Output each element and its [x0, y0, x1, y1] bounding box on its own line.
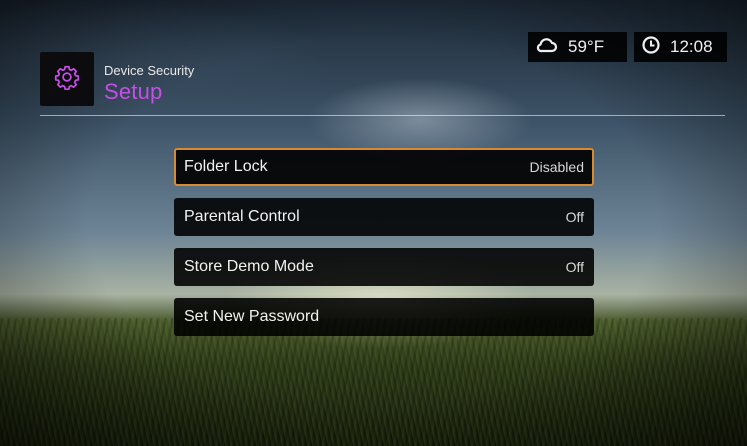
menu-item-value: Off — [565, 209, 584, 225]
time-text: 12:08 — [670, 37, 713, 56]
clock-icon — [634, 35, 670, 59]
menu-item-value: Off — [565, 259, 584, 275]
menu-item-label: Set New Password — [184, 308, 320, 325]
header-divider — [40, 115, 725, 116]
menu-item-label: Parental Control — [184, 208, 300, 225]
temperature-text: 59°F — [568, 37, 605, 56]
menu-item-parental-control[interactable]: Parental Control Off — [174, 198, 594, 236]
menu-item-set-new-password[interactable]: Set New Password — [174, 298, 594, 336]
menu-item-store-demo-mode[interactable]: Store Demo Mode Off — [174, 248, 594, 286]
page-title: Setup — [104, 79, 163, 104]
gear-icon — [54, 64, 80, 95]
section-title: Device Security — [104, 63, 195, 78]
menu-item-folder-lock[interactable]: Folder Lock Disabled — [174, 148, 594, 186]
settings-app-icon — [40, 52, 94, 106]
security-menu: Folder Lock Disabled Parental Control Of… — [174, 148, 594, 348]
menu-item-label: Folder Lock — [184, 158, 268, 175]
weather-widget: 59°F — [528, 32, 627, 62]
menu-item-value: Disabled — [529, 159, 584, 175]
cloud-icon — [528, 35, 568, 60]
clock-widget: 12:08 — [634, 32, 727, 62]
menu-item-label: Store Demo Mode — [184, 258, 314, 275]
